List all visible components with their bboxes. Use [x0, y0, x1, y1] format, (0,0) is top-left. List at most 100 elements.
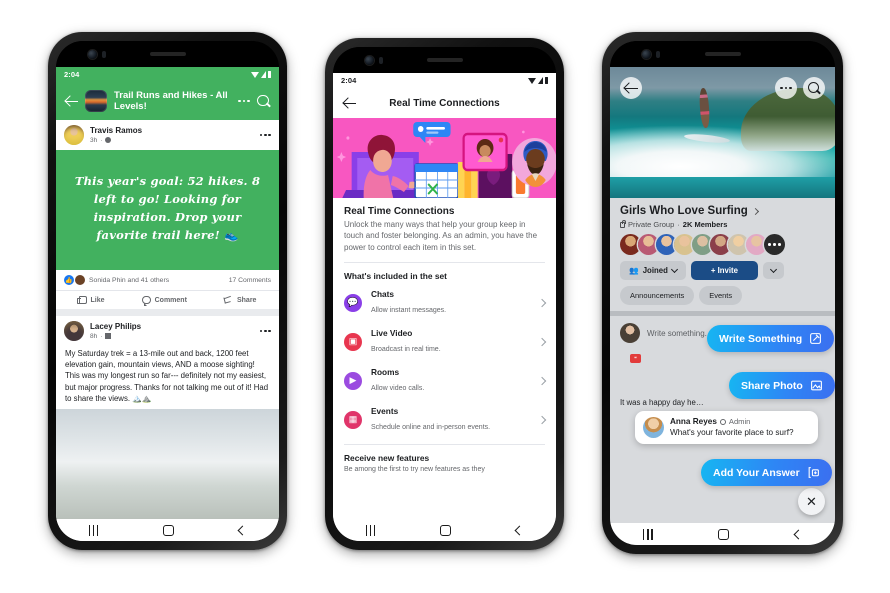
- chevron-right-icon[interactable]: [537, 415, 547, 425]
- phone-2-content: Real Time Connections Unlock the many wa…: [333, 198, 556, 519]
- phone-3-device: Girls Who Love Surfing Private Group · 2…: [602, 32, 843, 554]
- avatar[interactable]: [64, 321, 84, 341]
- surfing-cover-photo[interactable]: [610, 67, 835, 198]
- post-more-icon[interactable]: [259, 133, 271, 137]
- post-photo[interactable]: [56, 409, 279, 519]
- invite-label: + Invite: [710, 266, 738, 275]
- tab-events[interactable]: Events: [699, 286, 743, 305]
- item-subtitle: Schedule online and in-person events.: [371, 423, 491, 431]
- globe-icon: [105, 137, 112, 143]
- group-members: 2K Members: [682, 220, 728, 229]
- screenshot-stage: 2:04 Trail Runs and Hikes - All Levels!: [0, 0, 890, 593]
- phone-3-screen: Girls Who Love Surfing Private Group · 2…: [610, 67, 835, 545]
- people-icon: 👥: [629, 266, 639, 275]
- avatar: [643, 417, 664, 438]
- share-photo-button[interactable]: Share Photo: [729, 372, 835, 399]
- avatar[interactable]: [620, 323, 640, 343]
- more-horizontal-icon: [768, 243, 781, 246]
- phone-1-notch: [56, 41, 279, 67]
- back-button[interactable]: [620, 77, 642, 99]
- included-label: What's included in the set: [344, 270, 447, 281]
- write-something-button[interactable]: Write Something: [707, 325, 835, 352]
- post-more-icon[interactable]: [259, 329, 271, 333]
- care-reaction-icon: [75, 275, 85, 285]
- phone-1-screen-body: 2:04 Trail Runs and Hikes - All Levels!: [56, 41, 279, 541]
- joined-label: Joined: [642, 266, 668, 275]
- close-button[interactable]: ✕: [798, 488, 825, 515]
- invite-button[interactable]: + Invite: [690, 261, 758, 280]
- front-camera-icon: [365, 56, 374, 65]
- share-button[interactable]: Share: [224, 296, 256, 304]
- list-item-chats[interactable]: 💬 Chats Allow instant messages.: [344, 283, 547, 322]
- post-author-name[interactable]: Travis Ramos: [90, 126, 254, 136]
- composer-placeholder[interactable]: Write something...: [647, 329, 711, 338]
- list-item-live-video[interactable]: ▣ Live Video Broadcast in real time.: [344, 322, 547, 361]
- status-time: 2:04: [64, 70, 80, 79]
- battery-icon: [544, 77, 548, 84]
- post-author-name[interactable]: Lacey Philips: [90, 322, 254, 332]
- close-icon: ✕: [806, 493, 817, 509]
- list-item-events[interactable]: ▦ Events Schedule online and in-person e…: [344, 400, 547, 439]
- search-icon[interactable]: [257, 94, 270, 108]
- section-description: Unlock the many ways that help your grou…: [344, 220, 538, 252]
- calendar-icon: ▦: [344, 410, 362, 429]
- recents-icon[interactable]: [88, 524, 99, 536]
- phone-1-device: 2:04 Trail Runs and Hikes - All Levels!: [48, 32, 287, 550]
- tab-announcements[interactable]: Announcements: [620, 286, 695, 305]
- post-reactions-row: 👍 Sonida Phin and 41 others 17 Comments: [56, 270, 279, 291]
- write-something-label: Write Something: [719, 332, 803, 345]
- back-icon[interactable]: [514, 525, 525, 535]
- signal-icon: [537, 77, 543, 84]
- search-button[interactable]: [803, 77, 825, 99]
- joined-button[interactable]: 👥 Joined: [620, 261, 686, 280]
- add-your-answer-button[interactable]: Add Your Answer: [701, 459, 832, 486]
- background-post-card[interactable]: This year's goal: 52 hikes. 8 left to go…: [56, 150, 279, 270]
- back-icon[interactable]: [237, 525, 248, 535]
- home-icon[interactable]: [440, 524, 452, 536]
- post-time: 3h: [90, 136, 98, 144]
- more-members-button[interactable]: [764, 234, 785, 255]
- overflow-button[interactable]: [762, 262, 784, 279]
- group-title[interactable]: Trail Runs and Hikes - All Levels!: [114, 90, 231, 112]
- group-tabs: Announcements Events: [620, 286, 825, 305]
- question-text: What's your favorite place to surf?: [670, 428, 794, 437]
- item-subtitle: Allow video calls.: [371, 384, 425, 392]
- status-icons: [527, 77, 548, 84]
- avatar[interactable]: [64, 125, 84, 145]
- like-button[interactable]: Like: [77, 296, 105, 304]
- home-icon[interactable]: [163, 524, 175, 536]
- back-arrow-icon[interactable]: [65, 95, 78, 108]
- group-name-row[interactable]: Girls Who Love Surfing: [620, 205, 825, 217]
- compose-icon: [809, 332, 822, 345]
- home-icon[interactable]: [718, 528, 730, 540]
- group-action-buttons: 👥 Joined + Invite: [620, 261, 825, 280]
- chevron-right-icon[interactable]: [537, 376, 547, 386]
- photo-icon: [810, 379, 823, 392]
- hero-artwork: [333, 118, 556, 198]
- reactions-label[interactable]: Sonida Phin and 41 others: [89, 277, 169, 284]
- back-icon[interactable]: [793, 529, 804, 539]
- divider: [344, 261, 545, 263]
- comment-button[interactable]: Comment: [141, 296, 187, 306]
- admin-shield-icon: [719, 418, 726, 425]
- divider: [344, 443, 545, 445]
- list-item-rooms[interactable]: ▶ Rooms Allow video calls.: [344, 361, 547, 400]
- chevron-down-icon: [769, 265, 777, 274]
- question-card[interactable]: Anna Reyes Admin What's your favorite pl…: [635, 411, 818, 444]
- phone-2-device: 2:04 Real Time Connections Real Time Con…: [325, 38, 564, 550]
- recents-icon[interactable]: [365, 524, 376, 536]
- group-thumbnail[interactable]: [85, 90, 107, 112]
- chevron-right-icon[interactable]: [537, 298, 547, 308]
- front-camera-icon: [642, 50, 651, 59]
- badge-icon: ❝: [630, 354, 641, 363]
- more-button[interactable]: [775, 77, 797, 99]
- footer-title: Receive new features: [344, 452, 430, 463]
- chevron-right-icon[interactable]: [537, 337, 547, 347]
- signal-icon: [260, 71, 266, 78]
- recents-icon[interactable]: [642, 528, 653, 540]
- group-privacy: Private Group: [628, 220, 675, 229]
- more-horizontal-icon[interactable]: [237, 99, 250, 103]
- comment-icon: [141, 296, 151, 306]
- comments-count[interactable]: 17 Comments: [229, 277, 271, 284]
- member-facepile[interactable]: [620, 234, 825, 255]
